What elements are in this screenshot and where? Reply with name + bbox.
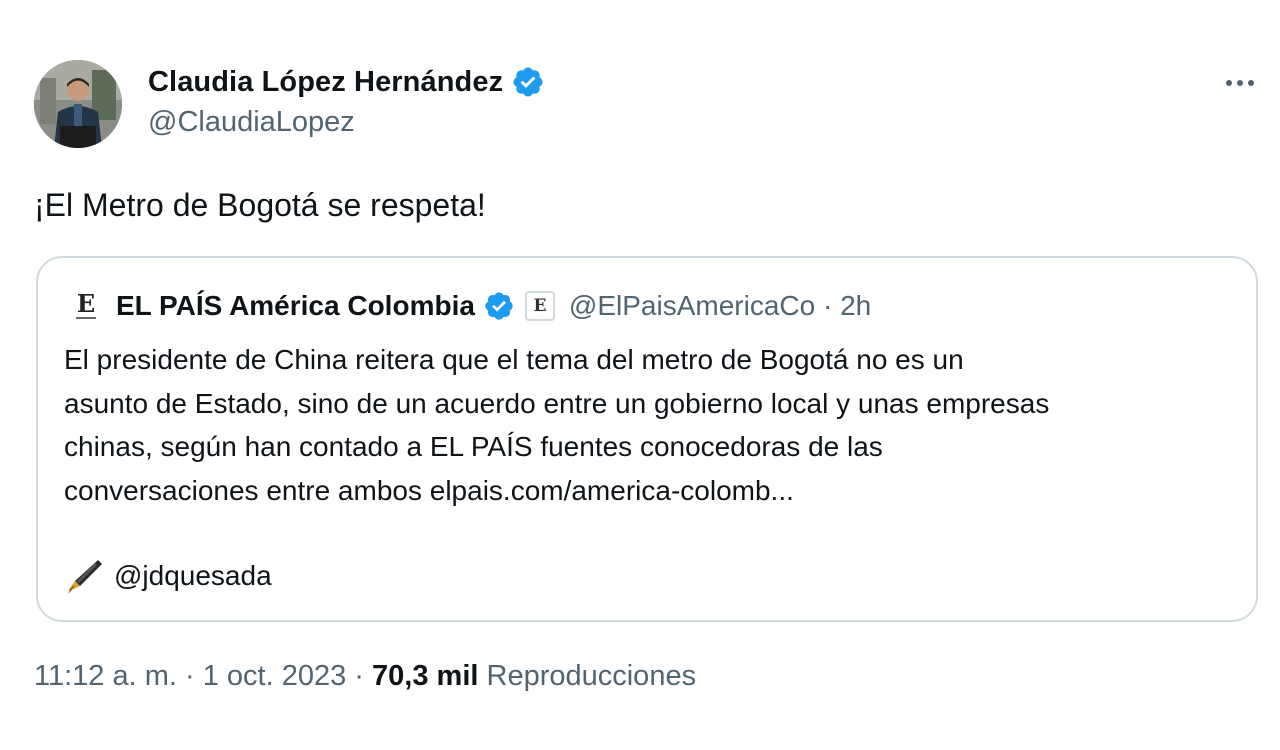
avatar[interactable] — [34, 60, 122, 148]
quoted-tweet-meta: @ElPaisAmericaCo · 2h — [569, 290, 871, 322]
el-pais-logo-icon[interactable]: E — [72, 289, 100, 323]
views-count[interactable]: 70,3 mil — [372, 660, 478, 692]
meta-separator: · — [822, 290, 833, 321]
author-name-row[interactable]: Claudia López Hernández — [148, 62, 545, 102]
quoted-author-handle[interactable]: @ElPaisAmericaCo — [569, 290, 815, 321]
footer-separator: · — [354, 660, 364, 692]
logo-underline — [76, 317, 96, 319]
dot-icon — [1226, 80, 1232, 86]
views-label[interactable]: Reproducciones — [487, 660, 697, 692]
dot-icon — [1237, 80, 1243, 86]
fountain-pen-icon — [68, 560, 102, 594]
tweet-date[interactable]: 1 oct. 2023 — [203, 660, 347, 692]
affiliate-badge-icon[interactable]: E — [524, 291, 555, 321]
quoted-tweet-header: E EL PAÍS América Colombia E @ElPaisAmer… — [72, 286, 871, 326]
author-handle[interactable]: @ClaudiaLopez — [148, 106, 355, 139]
quoted-tweet-card[interactable]: E EL PAÍS América Colombia E @ElPaisAmer… — [36, 256, 1258, 622]
quoted-tweet-time[interactable]: 2h — [840, 290, 871, 321]
quoted-body-line: El presidente de China reitera que el te… — [64, 344, 964, 375]
quoted-body-line: asunto de Estado, sino de un acuerdo ent… — [64, 387, 1050, 419]
quoted-author-name[interactable]: EL PAÍS América Colombia — [116, 290, 475, 322]
footer-separator: · — [185, 660, 195, 692]
tweet: Claudia López Hernández @ClaudiaLopez ¡E… — [0, 0, 1280, 750]
quoted-body-line: chinas, según han contado a EL PAÍS fuen… — [64, 431, 883, 462]
quoted-tweet-credit: @jdquesada — [64, 556, 272, 596]
quoted-tweet-body: El presidente de China reitera que el te… — [64, 338, 1244, 512]
more-options-button[interactable] — [1218, 66, 1262, 100]
tweet-time[interactable]: 11:12 a. m. — [34, 660, 177, 692]
author-name[interactable]: Claudia López Hernández — [148, 66, 503, 99]
avatar-photo — [34, 60, 122, 148]
dot-icon — [1248, 80, 1254, 86]
quoted-body-line: conversaciones entre ambos elpais.com/am… — [64, 474, 794, 506]
verified-badge-icon — [513, 67, 543, 97]
credit-handle[interactable]: @jdquesada — [114, 560, 272, 592]
logo-letter: E — [76, 289, 96, 318]
tweet-text: ¡El Metro de Bogotá se respeta! — [34, 187, 486, 223]
tweet-footer: 11:12 a. m. · 1 oct. 2023 · 70,3 mil Rep… — [34, 660, 696, 693]
verified-badge-icon — [485, 292, 513, 320]
